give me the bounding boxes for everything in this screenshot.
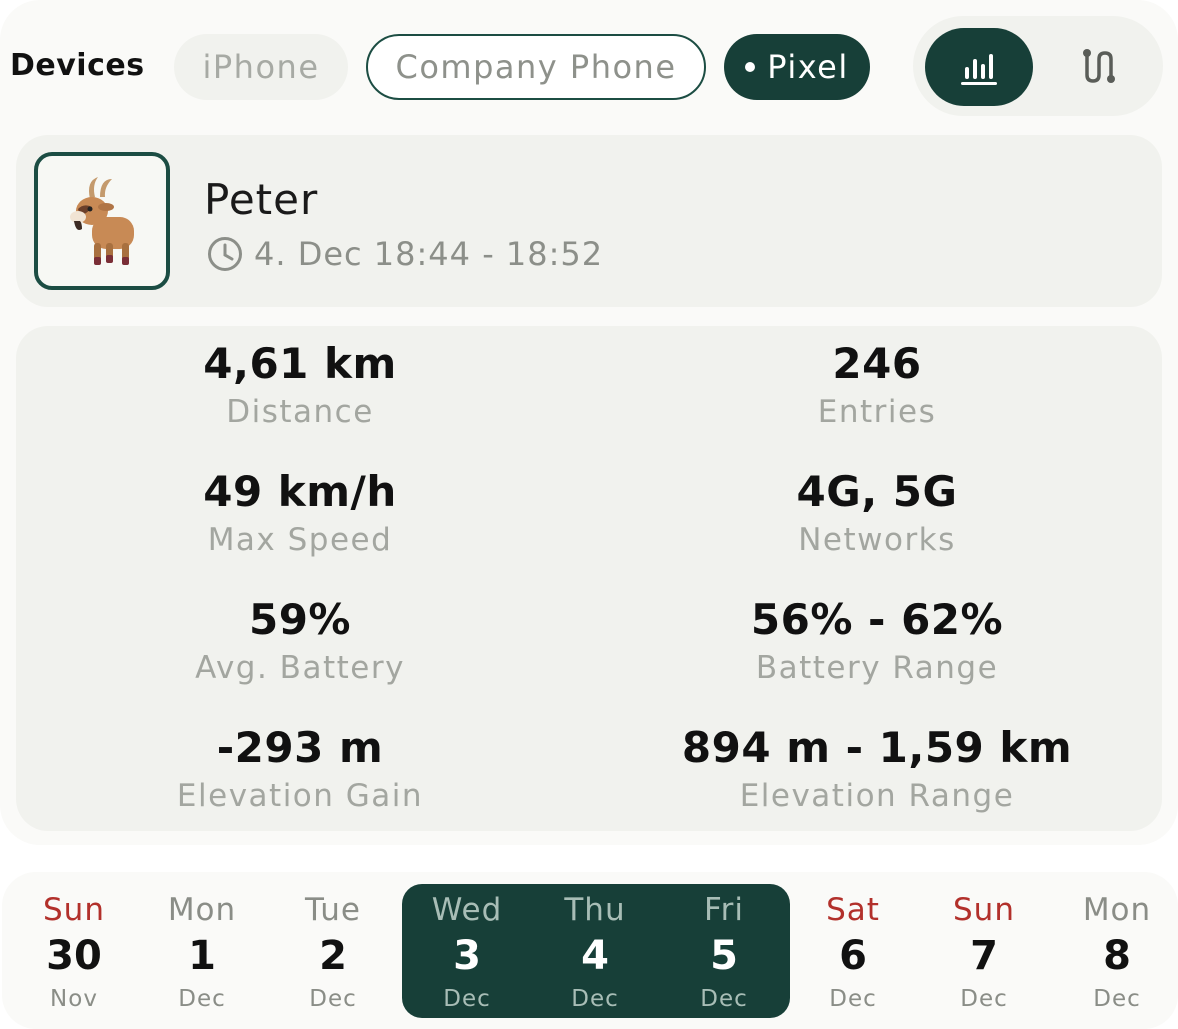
month-label: Dec — [443, 986, 491, 1012]
date-tue-2-dec[interactable]: Tue 2 Dec — [273, 890, 393, 1016]
month-label: Dec — [571, 986, 619, 1012]
stat-value: 56% - 62% — [750, 595, 1004, 644]
device-chip-label: iPhone — [202, 48, 320, 86]
stat-label: Networks — [798, 522, 956, 558]
day-number: 6 — [839, 933, 867, 979]
date-strip: Sun 30 Nov Mon 1 Dec Tue 2 Dec Wed 3 Dec… — [2, 872, 1178, 1029]
stat-battery-range: 56% - 62% Battery Range — [627, 594, 1127, 690]
day-number: 1 — [188, 933, 216, 979]
stat-value: 4,61 km — [203, 339, 397, 388]
month-label: Dec — [1093, 986, 1141, 1012]
weekday-label: Tue — [305, 892, 361, 928]
date-thu-4-dec[interactable]: Thu 4 Dec — [535, 890, 655, 1016]
date-fri-5-dec[interactable]: Fri 5 Dec — [664, 890, 784, 1016]
stat-label: Avg. Battery — [195, 650, 405, 686]
date-mon-8-dec[interactable]: Mon 8 Dec — [1057, 890, 1177, 1016]
profile-time-range: 4. Dec 18:44 - 18:52 — [206, 235, 603, 273]
device-chip-label: Pixel — [767, 48, 849, 86]
weekday-label: Sat — [826, 892, 880, 928]
stat-value: -293 m — [216, 723, 384, 772]
day-number: 5 — [710, 933, 738, 979]
stat-value: 894 m - 1,59 km — [681, 723, 1073, 772]
stat-label: Entries — [817, 394, 937, 430]
date-sat-6-dec[interactable]: Sat 6 Dec — [793, 890, 913, 1016]
stat-entries: 246 Entries — [627, 338, 1127, 434]
stats-view-button[interactable] — [925, 28, 1033, 106]
stats-card: 4,61 km Distance 246 Entries 49 km/h Max… — [16, 326, 1162, 831]
month-label: Dec — [829, 986, 877, 1012]
stat-label: Elevation Gain — [176, 778, 424, 814]
date-wed-3-dec[interactable]: Wed 3 Dec — [407, 890, 527, 1016]
stat-networks: 4G, 5G Networks — [627, 466, 1127, 562]
month-label: Dec — [700, 986, 748, 1012]
stat-max-speed: 49 km/h Max Speed — [50, 466, 550, 562]
day-number: 8 — [1103, 933, 1131, 979]
stat-value: 246 — [832, 339, 922, 388]
avatar — [34, 152, 170, 290]
route-view-button[interactable] — [1043, 28, 1151, 106]
stat-label: Elevation Range — [739, 778, 1015, 814]
device-chip-company-phone[interactable]: Company Phone — [366, 34, 706, 100]
top-panel: Devices iPhone Company Phone Pixel Peter… — [0, 0, 1178, 845]
clock-icon — [208, 237, 242, 271]
profile-name: Peter — [204, 175, 319, 224]
day-number: 2 — [319, 933, 347, 979]
stat-value: 59% — [248, 595, 352, 644]
device-chip-pixel[interactable]: Pixel — [724, 34, 870, 100]
profile-card[interactable]: Peter 4. Dec 18:44 - 18:52 — [16, 135, 1162, 307]
month-label: Dec — [309, 986, 357, 1012]
route-icon — [1083, 49, 1115, 83]
stat-elevation-range: 894 m - 1,59 km Elevation Range — [627, 722, 1127, 818]
stat-label: Max Speed — [207, 522, 393, 558]
stat-distance: 4,61 km Distance — [50, 338, 550, 434]
day-number: 3 — [453, 933, 481, 979]
goat-icon — [70, 177, 134, 265]
day-number: 7 — [970, 933, 998, 979]
month-label: Dec — [960, 986, 1008, 1012]
time-range-text: 4. Dec 18:44 - 18:52 — [254, 235, 604, 273]
weekday-label: Thu — [564, 892, 626, 928]
device-header: Devices iPhone Company Phone Pixel — [0, 16, 1178, 116]
stat-value: 49 km/h — [203, 467, 397, 516]
devices-label: Devices — [10, 48, 145, 83]
stat-label: Battery Range — [755, 650, 999, 686]
day-number: 30 — [46, 933, 102, 979]
weekday-label: Mon — [1082, 892, 1152, 928]
date-sun-7-dec[interactable]: Sun 7 Dec — [924, 890, 1044, 1016]
day-number: 4 — [581, 933, 609, 979]
device-chip-iphone[interactable]: iPhone — [174, 34, 348, 100]
date-mon-1-dec[interactable]: Mon 1 Dec — [142, 890, 262, 1016]
month-label: Nov — [50, 986, 98, 1012]
stat-value: 4G, 5G — [796, 467, 958, 516]
stat-label: Distance — [226, 394, 374, 430]
weekday-label: Sun — [953, 892, 1015, 928]
device-chip-label: Company Phone — [395, 48, 677, 86]
month-label: Dec — [178, 986, 226, 1012]
stat-avg-battery: 59% Avg. Battery — [50, 594, 550, 690]
selected-dot-icon — [745, 62, 756, 72]
weekday-label: Mon — [167, 892, 237, 928]
stat-elevation-gain: -293 m Elevation Gain — [50, 722, 550, 818]
weekday-label: Wed — [431, 892, 503, 928]
date-sun-30-nov[interactable]: Sun 30 Nov — [14, 890, 134, 1016]
stats-icon — [961, 54, 997, 85]
view-toggle — [913, 16, 1163, 116]
weekday-label: Sun — [43, 892, 105, 928]
weekday-label: Fri — [704, 892, 744, 928]
